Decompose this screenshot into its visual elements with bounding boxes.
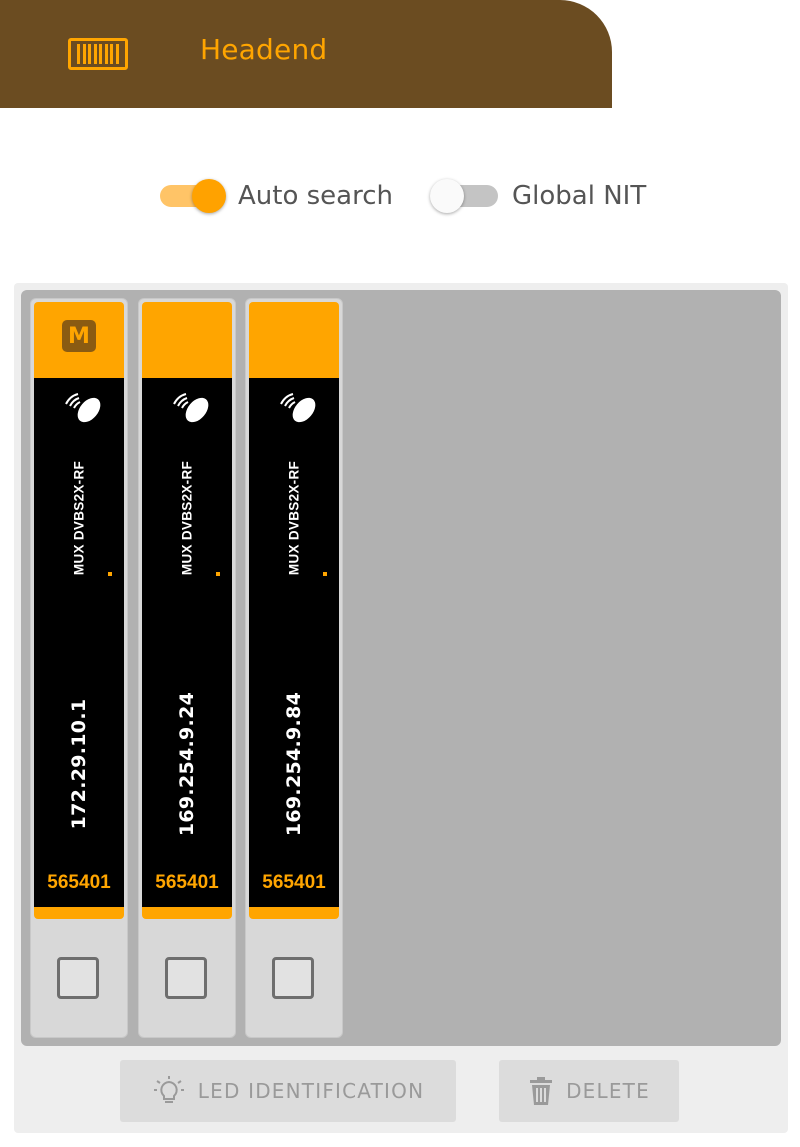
global-nit-label: Global NIT xyxy=(512,181,647,211)
module-face[interactable]: MUX DVBS2X-RF 169.254.9.84 565401 xyxy=(249,378,339,919)
module-face[interactable]: MUX DVBS2X-RF 169.254.9.24 565401 xyxy=(142,378,232,919)
headend-title: Headend xyxy=(200,33,328,66)
auto-search-label: Auto search xyxy=(238,181,393,211)
global-nit-knob[interactable] xyxy=(430,179,464,213)
module-header xyxy=(142,302,232,378)
rack-module-icon xyxy=(68,38,128,70)
led-identification-label: LED IDENTIFICATION xyxy=(197,1079,425,1103)
module-name: MUX DVBS2X-RF xyxy=(179,460,195,576)
led-identification-button[interactable]: LED IDENTIFICATION xyxy=(120,1060,456,1122)
module-name: MUX DVBS2X-RF xyxy=(286,460,302,576)
status-led xyxy=(323,572,327,576)
status-led xyxy=(216,572,220,576)
module-ip: 172.29.10.1 xyxy=(68,698,90,830)
module-header: M xyxy=(34,302,124,378)
module-header xyxy=(249,302,339,378)
module-name: MUX DVBS2X-RF xyxy=(71,460,87,576)
module-serial: 565401 xyxy=(155,872,219,893)
satellite-dish-icon xyxy=(65,393,101,423)
module-card-3[interactable]: MUX DVBS2X-RF 169.254.9.84 565401 xyxy=(245,298,343,1038)
auto-search-switch[interactable] xyxy=(160,179,226,213)
module-card-1[interactable]: M MUX DVBS2X-RF 172.29.10.1 565401 xyxy=(30,298,128,1038)
lightbulb-icon xyxy=(153,1076,184,1103)
module-select-checkbox[interactable] xyxy=(272,957,314,999)
auto-search-knob[interactable] xyxy=(192,179,226,213)
satellite-dish-icon xyxy=(173,393,209,423)
delete-label: DELETE xyxy=(566,1079,650,1103)
delete-button[interactable]: DELETE xyxy=(499,1060,679,1122)
module-ip: 169.254.9.84 xyxy=(283,691,305,837)
headend-tab[interactable]: Headend xyxy=(0,0,612,108)
module-serial: 565401 xyxy=(262,872,326,893)
module-serial: 565401 xyxy=(47,872,111,893)
master-badge: M xyxy=(62,320,96,352)
global-nit-toggle[interactable]: Global NIT xyxy=(430,178,647,214)
trash-icon xyxy=(530,1077,553,1105)
module-ip: 169.254.9.24 xyxy=(176,691,198,837)
status-led xyxy=(108,572,112,576)
auto-search-toggle[interactable]: Auto search xyxy=(160,178,393,214)
module-face[interactable]: MUX DVBS2X-RF 172.29.10.1 565401 xyxy=(34,378,124,919)
module-card-2[interactable]: MUX DVBS2X-RF 169.254.9.24 565401 xyxy=(138,298,236,1038)
module-select-checkbox[interactable] xyxy=(57,957,99,999)
global-nit-switch[interactable] xyxy=(430,179,498,213)
rack-slots-area xyxy=(21,290,781,1046)
satellite-dish-icon xyxy=(280,393,316,423)
module-select-checkbox[interactable] xyxy=(165,957,207,999)
